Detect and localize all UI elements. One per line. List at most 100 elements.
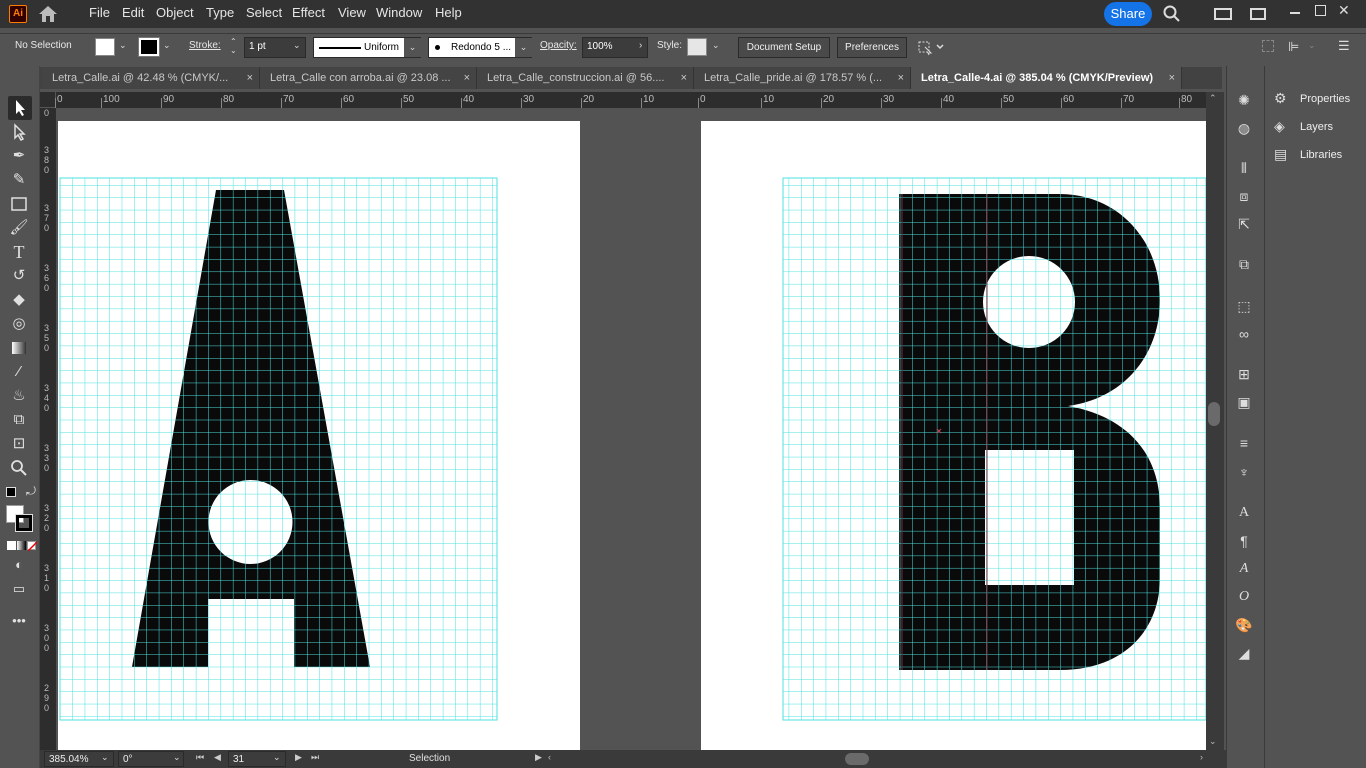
- libraries-panel-icon[interactable]: ▤: [1274, 146, 1287, 163]
- character-styles-panel-icon[interactable]: A: [1234, 559, 1254, 579]
- artboard-dropdown-icon[interactable]: ⌄: [273, 752, 281, 763]
- gradient-panel-icon[interactable]: ▣: [1234, 392, 1254, 412]
- graphic-style-swatch[interactable]: [687, 38, 707, 56]
- document-tab[interactable]: Letra_Calle_pride.ai @ 178.57 % (... ×: [694, 67, 911, 89]
- stroke-weight-field[interactable]: 1 pt ⌄: [244, 37, 306, 58]
- links-panel-icon[interactable]: ∞: [1234, 324, 1254, 344]
- fill-dropdown-icon[interactable]: ⌄: [119, 40, 127, 51]
- transform-icon[interactable]: ⊫: [1288, 39, 1299, 55]
- color-panel-icon[interactable]: ✺: [1234, 90, 1254, 110]
- paintbrush-tool-icon[interactable]: 🖌: [8, 217, 30, 239]
- horizontal-ruler[interactable]: [40, 92, 1206, 108]
- curvature-tool-icon[interactable]: ✎: [8, 169, 30, 191]
- rotation-dropdown-icon[interactable]: ⌄: [173, 752, 181, 763]
- eraser-tool-icon[interactable]: ◆: [8, 289, 30, 311]
- screen-mode-icon[interactable]: ▭: [8, 578, 30, 600]
- share-button[interactable]: Share: [1104, 2, 1152, 26]
- workspace-switcher-icon[interactable]: [1214, 8, 1232, 20]
- align-panel-icon[interactable]: ⫴: [1234, 158, 1254, 178]
- menu-file[interactable]: File: [89, 0, 110, 28]
- preferences-button[interactable]: Preferences: [837, 37, 907, 58]
- document-tab[interactable]: Letra_Calle-4.ai @ 385.04 % (CMYK/Previe…: [911, 67, 1182, 89]
- menu-object[interactable]: Object: [156, 0, 194, 28]
- close-tab-icon[interactable]: ×: [1169, 67, 1175, 89]
- artboard-navigator[interactable]: 31 ⌄: [228, 751, 286, 767]
- swatches-panel-icon[interactable]: ◍: [1234, 118, 1254, 138]
- stroke-dropdown-icon[interactable]: ⌄: [163, 40, 171, 51]
- stroke-profile-dropdown[interactable]: Uniform ⌄: [313, 37, 421, 58]
- horizontal-scrollbar[interactable]: [560, 752, 1200, 766]
- status-menu-icon[interactable]: ▶: [535, 752, 542, 763]
- color-mode-icon[interactable]: [7, 541, 16, 550]
- arrange-documents-icon[interactable]: [1250, 8, 1266, 20]
- menu-edit[interactable]: Edit: [122, 0, 144, 28]
- warp-tool-icon[interactable]: ◎: [8, 313, 30, 335]
- libraries-panel-tab[interactable]: Libraries: [1300, 145, 1342, 165]
- opacity-arrow-icon[interactable]: ›: [639, 40, 642, 51]
- symbol-sprayer-tool-icon[interactable]: ♨: [8, 385, 30, 407]
- fill-swatch[interactable]: [95, 38, 115, 56]
- export-panel-icon[interactable]: ⇱: [1234, 214, 1254, 234]
- opacity-field[interactable]: 100% ›: [582, 37, 648, 58]
- close-tab-icon[interactable]: ×: [898, 67, 904, 89]
- document-tab[interactable]: Letra_Calle_construccion.ai @ 56.... ×: [477, 67, 694, 89]
- none-mode-icon[interactable]: [27, 541, 37, 551]
- menu-view[interactable]: View: [338, 0, 366, 28]
- properties-panel-icon[interactable]: ⚙: [1274, 90, 1287, 107]
- opentype-panel-icon[interactable]: O: [1234, 587, 1254, 607]
- align-icon[interactable]: [1262, 40, 1274, 52]
- document-tab[interactable]: Letra_Calle.ai @ 42.48 % (CMYK/... ×: [42, 67, 260, 89]
- close-tab-icon[interactable]: ×: [464, 67, 470, 89]
- home-icon[interactable]: [38, 5, 58, 23]
- menu-effect[interactable]: Effect: [292, 0, 325, 28]
- canvas[interactable]: [56, 108, 1206, 750]
- character-panel-icon[interactable]: A: [1234, 503, 1254, 523]
- vertical-scroll-thumb[interactable]: [1208, 402, 1220, 426]
- stroke-weight-dropdown-icon[interactable]: ⌄: [293, 40, 301, 51]
- transform-dropdown-icon[interactable]: ⌄: [1308, 40, 1316, 51]
- horizontal-scroll-right-icon[interactable]: ›: [1200, 752, 1203, 762]
- artboards-panel-icon[interactable]: ⧉: [1234, 254, 1254, 274]
- transform-panel-icon[interactable]: ⬚: [1234, 296, 1254, 316]
- menu-window[interactable]: Window: [376, 0, 422, 28]
- stroke-panel-icon[interactable]: ≡: [1234, 433, 1254, 453]
- selection-tool-icon[interactable]: [8, 96, 32, 120]
- menu-select[interactable]: Select: [246, 0, 282, 28]
- menu-help[interactable]: Help: [435, 0, 462, 28]
- properties-panel-tab[interactable]: Properties: [1300, 89, 1350, 109]
- opacity-label[interactable]: Opacity:: [540, 40, 577, 51]
- symbols-panel-icon[interactable]: ⊞: [1234, 364, 1254, 384]
- pen-tool-icon[interactable]: ✒: [8, 145, 30, 167]
- pathfinder-panel-icon[interactable]: ⧈: [1234, 186, 1254, 206]
- first-artboard-icon[interactable]: ⏮: [196, 752, 204, 763]
- previous-artboard-icon[interactable]: ◀: [214, 752, 221, 763]
- stroke-swatch[interactable]: [138, 37, 160, 57]
- gradient-tool-icon[interactable]: [8, 337, 30, 359]
- restore-window-icon[interactable]: [1315, 5, 1326, 16]
- brushes-panel-icon[interactable]: ♆: [1234, 462, 1254, 482]
- edit-toolbar-icon[interactable]: •••: [8, 610, 30, 632]
- scroll-down-icon[interactable]: ⌄: [1209, 736, 1217, 747]
- document-setup-button[interactable]: Document Setup: [738, 37, 830, 58]
- control-bar-menu-icon[interactable]: ☰: [1338, 38, 1350, 54]
- appearance-panel-icon[interactable]: 🎨: [1234, 615, 1254, 635]
- graphic-style-dropdown-icon[interactable]: ⌄: [712, 40, 720, 51]
- layers-panel-icon[interactable]: ◈: [1274, 118, 1285, 135]
- horizontal-scroll-thumb[interactable]: [845, 753, 869, 765]
- next-artboard-icon[interactable]: ▶: [295, 752, 302, 763]
- stroke-stepper-icon[interactable]: ⌃ ⌄: [230, 37, 237, 55]
- stroke-color-box[interactable]: [15, 514, 33, 532]
- artboard-tool-icon[interactable]: ⊡: [8, 433, 30, 455]
- rotate-tool-icon[interactable]: ↺: [8, 265, 30, 287]
- close-window-icon[interactable]: ✕: [1338, 2, 1350, 19]
- minimize-window-icon[interactable]: [1290, 12, 1300, 14]
- search-icon[interactable]: [1163, 5, 1181, 23]
- transparency-panel-icon[interactable]: ◢: [1234, 643, 1254, 663]
- direct-selection-tool-icon[interactable]: [8, 121, 30, 143]
- gradient-mode-icon[interactable]: [17, 541, 26, 550]
- zoom-tool-icon[interactable]: [8, 457, 30, 479]
- close-tab-icon[interactable]: ×: [681, 67, 687, 89]
- default-colors-icon[interactable]: [6, 487, 16, 497]
- zoom-field[interactable]: 385.04% ⌄: [44, 751, 114, 767]
- swap-colors-icon[interactable]: ⤾: [26, 484, 36, 499]
